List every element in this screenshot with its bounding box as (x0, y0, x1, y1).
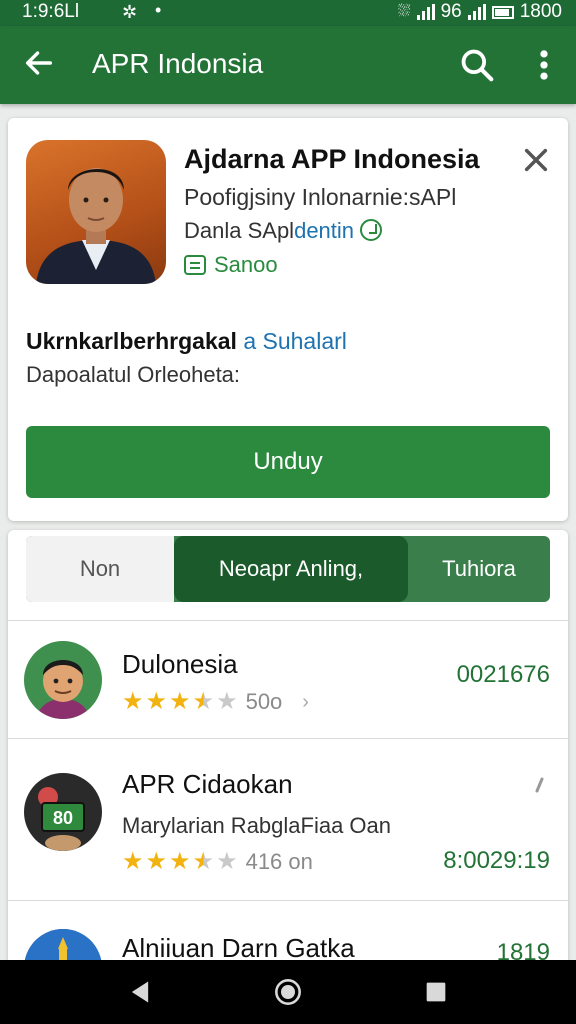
developer-link[interactable]: dentin (294, 218, 354, 243)
developer-prefix: Danla SApl (184, 218, 295, 243)
star-half-icon: ★ (192, 848, 215, 875)
app-list: Non Neoapr Anling, Tuhiora Dulonesia ★ ★… (8, 530, 568, 990)
heading-text: Ukrnkarlberhrgakal (26, 328, 237, 354)
badge-icon (184, 255, 206, 275)
list-item[interactable]: Dulonesia ★ ★ ★ ★ ★ 50o › 0021676 (8, 620, 568, 738)
battery-icon (491, 5, 514, 19)
status-level: 96 (440, 1, 462, 22)
star-icon: ★ (169, 848, 191, 875)
heading-link[interactable]: a Suhalarl (243, 328, 347, 354)
signal-icon (416, 4, 435, 20)
notification-icon: ✲ (122, 2, 138, 22)
notification-dot-icon: • (155, 0, 162, 20)
star-half-icon: ★ (192, 688, 215, 715)
app-developer: Danla SApldentin (184, 218, 383, 244)
app-avatar (26, 140, 166, 284)
section-description: Dapoalatul Orleoheta: (26, 362, 241, 387)
recents-square-icon[interactable] (422, 978, 450, 1006)
app-thumbnail-icon: 80 (24, 773, 102, 851)
list-item[interactable]: 80 APR Cidaokan Marylarian RabglaFiaa Oa… (8, 738, 568, 900)
badge-label: Sanoo (214, 252, 278, 277)
person-portrait-icon (36, 168, 156, 284)
star-icon: ★ (122, 848, 144, 875)
status-clock: 1800 (519, 1, 562, 22)
close-icon[interactable] (522, 146, 550, 174)
page-title: APR Indonsia (92, 48, 264, 79)
status-bar: 1:9:6Ll ✲ • ⛆ 96 1800 (0, 0, 576, 26)
app-detail-card: Ajdarna APP Indonesia Poofigjsiny Inlona… (8, 118, 568, 521)
svg-text:80: 80 (53, 808, 73, 828)
star-icon: ★ (145, 688, 168, 715)
back-triangle-icon[interactable] (126, 978, 154, 1006)
item-value: 8:0029:19 (443, 847, 550, 874)
item-name: APR Cidaokan (122, 769, 293, 799)
app-bar: APR Indonsia (0, 26, 576, 104)
tab-non[interactable]: Non (26, 536, 174, 602)
cartoon-face-icon (24, 641, 102, 719)
tab-bar: Non Neoapr Anling, Tuhiora (26, 536, 550, 602)
signal-icon-2 (467, 4, 486, 20)
rating-count: 416 on (245, 849, 313, 874)
star-empty-icon: ★ (216, 688, 238, 715)
app-subtitle: Poofigjsiny Inlonarnie:sAPl (184, 184, 457, 210)
avatar: 80 (24, 773, 102, 851)
star-icon: ★ (169, 688, 191, 715)
rating-count: 50o (245, 689, 283, 714)
star-icon: ★ (122, 688, 144, 715)
status-time: 1:9:6Ll (22, 1, 80, 22)
arrow-left-icon[interactable] (22, 46, 56, 80)
search-icon[interactable] (458, 46, 496, 84)
home-circle-icon[interactable] (274, 978, 302, 1006)
system-nav-bar (0, 960, 576, 1024)
rating: ★ ★ ★ ★ ★ 50o › (122, 689, 309, 715)
app-badge: Sanoo (184, 252, 278, 278)
install-button[interactable]: Unduy (26, 426, 550, 498)
avatar (24, 641, 102, 719)
more-vert-icon[interactable] (532, 46, 556, 84)
item-value: 0021676 (456, 661, 550, 688)
vibrate-icon: ⛆ (397, 3, 411, 20)
item-name: Dulonesia (122, 649, 238, 679)
star-icon: ★ (145, 848, 168, 875)
app-name: Ajdarna APP Indonesia (184, 144, 480, 174)
section-heading: Ukrnkarlberhrgakal a Suhalarl (26, 328, 347, 355)
tab-neoapr[interactable]: Neoapr Anling, (174, 536, 408, 602)
tab-tuhiora[interactable]: Tuhiora (408, 536, 550, 602)
status-right: ⛆ 96 1800 (398, 1, 562, 23)
star-empty-icon: ★ (216, 848, 238, 875)
rating: ★ ★ ★ ★ ★ 416 on (122, 849, 313, 875)
verified-icon (360, 219, 383, 241)
item-description: Marylarian RabglaFiaa Oan (122, 813, 392, 838)
chevron-right-icon: › (302, 690, 309, 713)
edit-icon[interactable] (534, 777, 544, 793)
